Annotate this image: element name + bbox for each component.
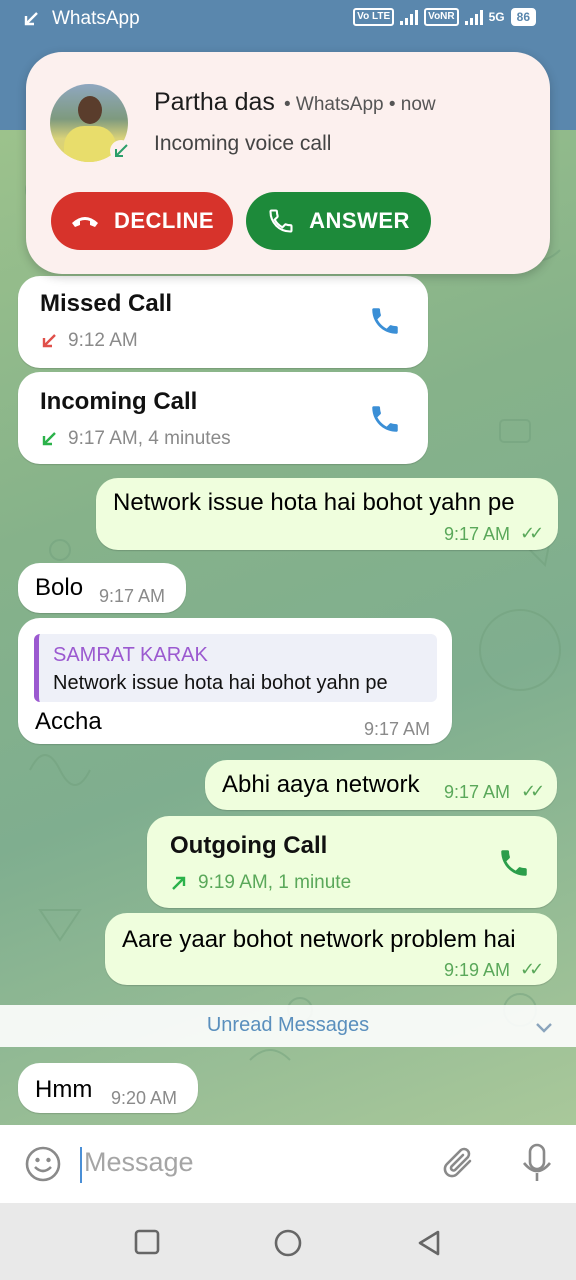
decline-label: DECLINE — [113, 208, 215, 233]
vonr-indicator: VoNR — [424, 8, 459, 26]
read-ticks-icon: ✓✓ — [521, 781, 545, 801]
missed-call-bubble[interactable]: Missed Call 9:12 AM — [18, 276, 428, 368]
message-text: Accha — [35, 708, 102, 735]
outgoing-call-bubble[interactable]: Outgoing Call 9:19 AM, 1 minute — [147, 816, 557, 908]
answer-button[interactable]: ANSWER — [246, 192, 431, 250]
status-bar: WhatsApp Vo LTE VoNR 5G 86 — [0, 0, 576, 40]
decline-button[interactable]: DECLINE — [51, 192, 233, 250]
call-title: Missed Call — [40, 290, 173, 317]
home-icon[interactable] — [274, 1229, 302, 1257]
message-composer: Message — [0, 1125, 576, 1203]
message-input[interactable]: Message — [84, 1147, 194, 1178]
outgoing-message[interactable]: Aare yaar bohot network problem hai 9:19… — [105, 913, 557, 985]
quote-text: Network issue hota hai bohot yahn pe — [53, 672, 388, 694]
recents-icon[interactable] — [134, 1229, 160, 1255]
text-cursor — [80, 1147, 82, 1183]
call-time: 9:12 AM — [68, 330, 138, 351]
status-app-label: WhatsApp — [52, 8, 140, 29]
call-title: Incoming Call — [40, 388, 198, 415]
emoji-icon[interactable] — [24, 1145, 62, 1183]
message-time: 9:17 AM — [364, 719, 431, 739]
call-time: 9:19 AM, 1 minute — [198, 872, 352, 893]
incoming-arrow-icon — [42, 432, 56, 446]
outgoing-arrow-icon — [172, 876, 186, 890]
incoming-arrow-icon — [115, 144, 128, 157]
phone-icon[interactable] — [368, 402, 402, 436]
message-time: 9:17 AM — [444, 524, 511, 544]
system-navigation-bar — [0, 1203, 576, 1280]
incoming-call-bubble[interactable]: Incoming Call 9:17 AM, 4 minutes — [18, 372, 428, 464]
message-text: Bolo — [35, 574, 84, 601]
message-text: Abhi aaya network — [222, 771, 420, 798]
outgoing-message[interactable]: Network issue hota hai bohot yahn pe 9:1… — [96, 478, 558, 550]
mic-icon[interactable] — [520, 1143, 554, 1185]
notification-meta: • WhatsApp • now — [284, 94, 436, 115]
quoted-message[interactable]: SAMRAT KARAK Network issue hota hai boho… — [34, 634, 437, 702]
volte-indicator: Vo LTE — [353, 8, 395, 26]
incoming-message[interactable]: Bolo 9:17 AM — [18, 563, 186, 613]
quote-author: SAMRAT KARAK — [53, 644, 208, 666]
unread-messages-bar[interactable]: Unread Messages — [0, 1005, 576, 1047]
call-time: 9:17 AM, 4 minutes — [68, 428, 231, 449]
read-ticks-icon: ✓✓ — [520, 523, 544, 543]
attach-icon[interactable] — [442, 1143, 478, 1183]
message-time: 9:17 AM — [444, 782, 511, 802]
message-text: Aare yaar bohot network problem hai — [122, 926, 516, 953]
message-text: Hmm — [35, 1076, 93, 1103]
answer-label: ANSWER — [309, 208, 410, 233]
back-icon[interactable] — [416, 1229, 442, 1257]
incoming-call-notification[interactable]: Partha das • WhatsApp • now Incoming voi… — [26, 52, 550, 274]
phone-icon[interactable] — [368, 304, 402, 338]
caller-name: Partha das — [154, 88, 275, 116]
read-ticks-icon: ✓✓ — [520, 959, 544, 979]
message-time: 9:17 AM — [99, 586, 166, 606]
call-arrow-icon — [24, 12, 38, 26]
network-type: 5G — [488, 10, 505, 24]
missed-arrow-icon — [42, 334, 56, 348]
signal-icon-2 — [464, 9, 483, 25]
call-title: Outgoing Call — [170, 832, 328, 859]
reply-message[interactable]: SAMRAT KARAK Network issue hota hai boho… — [18, 618, 452, 744]
phone-icon[interactable] — [497, 846, 531, 880]
signal-icon — [400, 9, 419, 25]
unread-label: Unread Messages — [206, 1014, 370, 1036]
notification-subtitle: Incoming voice call — [154, 132, 332, 155]
chevron-down-icon[interactable] — [534, 1017, 554, 1037]
message-text: Network issue hota hai bohot yahn pe — [113, 489, 515, 516]
message-time: 9:20 AM — [111, 1088, 178, 1108]
phone-icon — [269, 209, 293, 233]
hangup-icon — [71, 217, 98, 227]
message-time: 9:19 AM — [444, 960, 511, 980]
incoming-message[interactable]: Hmm 9:20 AM — [18, 1063, 198, 1113]
battery-indicator: 86 — [510, 8, 536, 26]
outgoing-message[interactable]: Abhi aaya network 9:17 AM ✓✓ — [205, 760, 557, 810]
